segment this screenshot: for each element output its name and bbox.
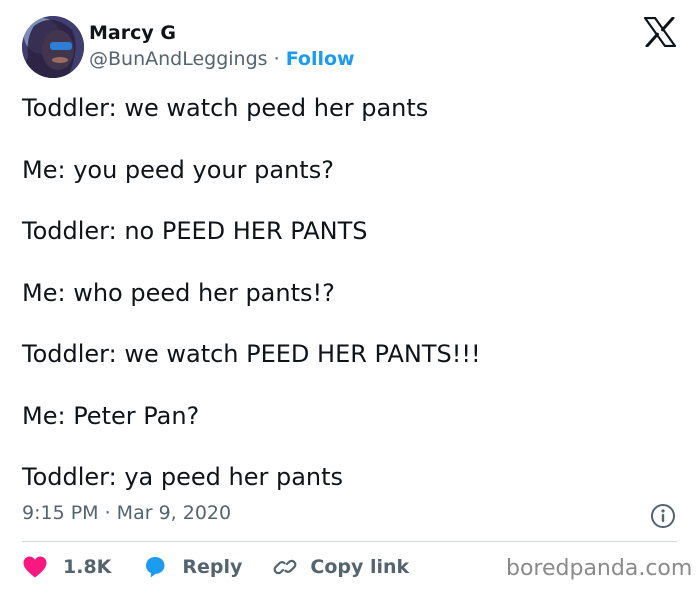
divider xyxy=(22,541,677,542)
action-bar: 1.8K Reply Copy link xyxy=(22,552,409,582)
link-icon xyxy=(273,559,297,575)
author-name[interactable]: Marcy G xyxy=(89,22,176,44)
tweet-timestamp[interactable]: 9:15 PM · Mar 9, 2020 xyxy=(22,502,231,524)
tweet-line: Toddler: we watch peed her pants xyxy=(22,94,429,122)
tweet-text: Toddler: we watch peed her pants Me: you… xyxy=(22,90,672,521)
x-logo-icon[interactable] xyxy=(643,16,677,48)
heart-icon xyxy=(23,556,47,578)
copy-link-button[interactable]: Copy link xyxy=(272,555,409,579)
info-icon[interactable] xyxy=(650,503,676,529)
tweet-line: Me: who peed her pants!? xyxy=(22,278,335,307)
tweet-line: Toddler: we watch PEED HER PANTS!!! xyxy=(22,340,481,368)
tweet-line: Toddler: no PEED HER PANTS xyxy=(22,217,368,245)
reply-label: Reply xyxy=(182,556,243,578)
reply-bubble-icon xyxy=(146,557,165,578)
avatar[interactable] xyxy=(22,16,84,78)
like-count: 1.8K xyxy=(63,556,112,578)
tweet-line: Me: you peed your pants? xyxy=(22,155,334,184)
reply-button[interactable]: Reply xyxy=(142,555,242,579)
tweet-line: Toddler: ya peed her pants xyxy=(22,463,344,491)
author-handle[interactable]: @BunAndLeggings xyxy=(89,48,268,70)
tweet-line: Me: Peter Pan? xyxy=(22,401,200,430)
author-handle-row: @BunAndLeggings · Follow xyxy=(89,48,355,70)
copy-link-label: Copy link xyxy=(310,556,410,578)
watermark: boredpanda.com xyxy=(506,556,693,581)
like-button[interactable]: 1.8K xyxy=(22,555,111,579)
follow-button[interactable]: Follow xyxy=(286,48,355,70)
separator-dot: · xyxy=(267,48,286,70)
